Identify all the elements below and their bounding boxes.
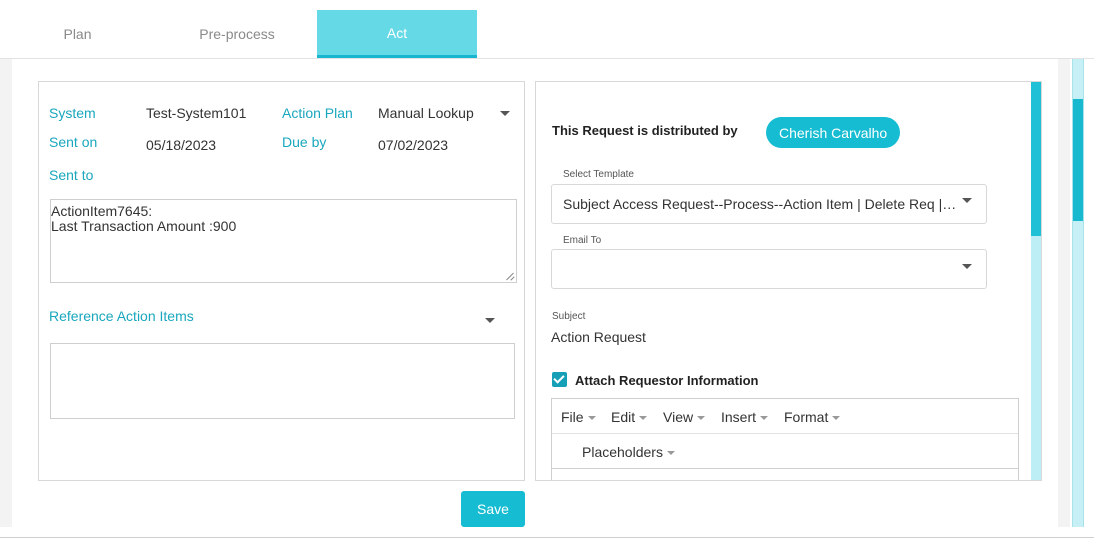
save-button[interactable]: Save [461,491,525,527]
chevron-down-icon [666,451,675,456]
placeholders-menu[interactable]: Placeholders [582,444,675,460]
editor-toolbar: Placeholders [552,434,1018,469]
template-select[interactable]: Subject Access Request--Process--Action … [551,184,987,224]
chevron-down-icon [697,416,706,421]
chevron-down-icon [832,416,841,421]
chevron-down-icon [587,416,596,421]
reference-action-items-label: Reference Action Items [49,308,194,324]
panel-scrollbar-thumb[interactable] [1031,82,1041,236]
system-value: Test-System101 [146,105,247,121]
distribution-panel: This Request is distributed by Cherish C… [535,81,1042,481]
left-gutter [0,59,12,527]
system-label: System [49,105,96,121]
menu-insert-label: Insert [721,409,757,425]
tab-pre-process-label: Pre-process [199,26,275,42]
menu-format-label: Format [784,409,829,425]
menu-file-label: File [561,409,584,425]
chevron-down-icon [962,198,972,203]
action-plan-dropdown[interactable]: Manual Lookup [378,100,516,126]
template-select-value: Subject Access Request--Process--Action … [563,196,958,212]
rich-text-editor: File Edit View Insert Format Placeholder… [551,398,1019,480]
subject-value: Action Request [551,329,646,345]
editor-menubar: File Edit View Insert Format [552,399,1018,434]
resize-handle-icon[interactable] [506,272,514,280]
tab-plan[interactable]: Plan [0,10,155,58]
attach-requestor-checkbox[interactable] [552,372,567,387]
attach-requestor-label: Attach Requestor Information [575,373,759,388]
reference-action-items-box[interactable] [50,343,515,419]
chevron-down-icon [500,111,510,116]
tab-act[interactable]: Act [317,10,477,58]
bottom-divider [0,537,1094,538]
tab-pre-process[interactable]: Pre-process [157,10,317,58]
notes-line-2: Last Transaction Amount :900 [51,218,237,234]
sent-on-value: 05/18/2023 [146,137,217,153]
email-to-select[interactable] [551,249,987,289]
notes-line-1: ActionItem7645: [51,203,153,219]
tab-plan-label: Plan [63,26,92,42]
chevron-down-icon [760,416,769,421]
placeholders-label: Placeholders [582,444,663,460]
sent-on-label: Sent on [49,134,98,150]
menu-format[interactable]: Format [784,409,841,425]
menu-edit-label: Edit [611,409,636,425]
panel-scrollbar[interactable] [1031,82,1041,480]
tab-act-label: Act [386,24,408,41]
email-to-label: Email To [563,235,602,246]
menu-view-label: View [663,409,694,425]
reference-dropdown-chevron-icon[interactable] [485,318,495,323]
page-scrollbar-thumb[interactable] [1073,99,1083,221]
menu-file[interactable]: File [561,409,596,425]
action-plan-label: Action Plan [282,105,353,121]
notes-textarea[interactable]: ActionItem7645: Last Transaction Amount … [50,199,517,283]
chevron-down-icon [639,416,648,421]
distributed-by-text: This Request is distributed by [552,123,738,138]
page-scrollbar[interactable] [1072,59,1084,527]
right-gutter [1058,59,1070,527]
distributor-chip[interactable]: Cherish Carvalho [766,117,901,148]
request-details-panel: System Test-System101 Action Plan Manual… [38,81,525,481]
menu-view[interactable]: View [663,409,706,425]
menu-insert[interactable]: Insert [721,409,769,425]
action-plan-value: Manual Lookup [378,105,474,121]
select-template-label: Select Template [563,169,634,180]
due-by-value: 07/02/2023 [378,137,449,153]
tab-bar: Plan Pre-process Act [0,0,1094,59]
menu-edit[interactable]: Edit [611,409,648,425]
sent-to-label: Sent to [49,167,94,183]
subject-label: Subject [552,311,586,322]
chevron-down-icon [962,264,972,269]
due-by-label: Due by [282,134,327,150]
